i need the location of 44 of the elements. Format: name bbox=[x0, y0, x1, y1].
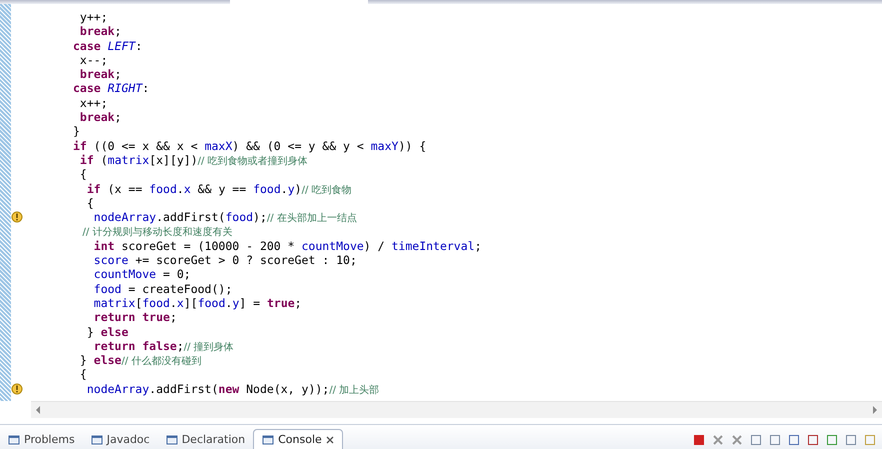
stop-icon[interactable] bbox=[693, 434, 705, 446]
code-line: if ((0 <= x && x < maxX) && (0 <= y && y < maxY)) { bbox=[73, 138, 426, 153]
view-icon bbox=[166, 434, 178, 446]
code-line: } else// 什么都没有碰到 bbox=[78, 353, 202, 368]
code-line: case RIGHT: bbox=[73, 81, 150, 96]
code-line: y++; bbox=[78, 10, 108, 24]
code-line: food = createFood(); bbox=[92, 282, 232, 296]
horizontal-scrollbar[interactable] bbox=[31, 401, 882, 418]
code-line: nodeArray.addFirst(food);// 在头部加上一结点 bbox=[92, 210, 357, 224]
panel-tab[interactable]: Console bbox=[253, 429, 343, 449]
code-line: matrix[food.x][food.y] = true; bbox=[92, 296, 302, 310]
code-line: break; bbox=[79, 110, 122, 124]
scroll-left-icon[interactable] bbox=[35, 406, 41, 414]
view-icon bbox=[8, 434, 20, 446]
code-line: return true; bbox=[92, 310, 177, 325]
code-line: { bbox=[78, 367, 87, 382]
panel-tab[interactable]: Javadoc bbox=[82, 430, 158, 449]
view-icon bbox=[90, 434, 103, 446]
panel-tab[interactable]: Declaration bbox=[158, 430, 254, 449]
code-line: { bbox=[78, 167, 87, 182]
code-line: score += scoreGet > 0 ? scoreGet : 10; bbox=[92, 253, 357, 268]
remove-all-icon[interactable] bbox=[731, 434, 743, 446]
panel-tab[interactable]: Problems bbox=[0, 430, 83, 449]
code-line: break; bbox=[78, 24, 122, 39]
remove-icon[interactable] bbox=[712, 434, 724, 446]
code-line: return false;// 撞到身体 bbox=[92, 338, 234, 354]
code-line: { bbox=[86, 196, 94, 210]
code-line: break; bbox=[78, 67, 122, 82]
code-line: if (x == food.x && y == food.y)// 吃到食物 bbox=[86, 182, 352, 196]
close-icon[interactable] bbox=[326, 436, 334, 444]
code-line: if (matrix[x][y])// 吃到食物或者撞到身体 bbox=[78, 152, 308, 168]
code-line: nodeArray.addFirst(new Node(x, y));// 加上头部 bbox=[86, 382, 380, 396]
code-line: } bbox=[73, 124, 80, 139]
warning-icon bbox=[11, 382, 23, 395]
code-line: x++; bbox=[78, 96, 108, 110]
code-line: // 计分规则与移动长度和速度有关 bbox=[82, 226, 232, 239]
code-line: case LEFT: bbox=[73, 38, 142, 53]
code-line: x--; bbox=[78, 52, 108, 68]
code-line: countMove = 0; bbox=[92, 267, 191, 282]
warning-icon bbox=[11, 211, 23, 224]
code-line: int scoreGet = (10000 - 200 * countMove) / timeInterval; bbox=[92, 238, 482, 254]
code-line: } else bbox=[86, 324, 128, 339]
view-icon bbox=[262, 434, 274, 446]
scroll-right-icon[interactable] bbox=[872, 406, 878, 414]
